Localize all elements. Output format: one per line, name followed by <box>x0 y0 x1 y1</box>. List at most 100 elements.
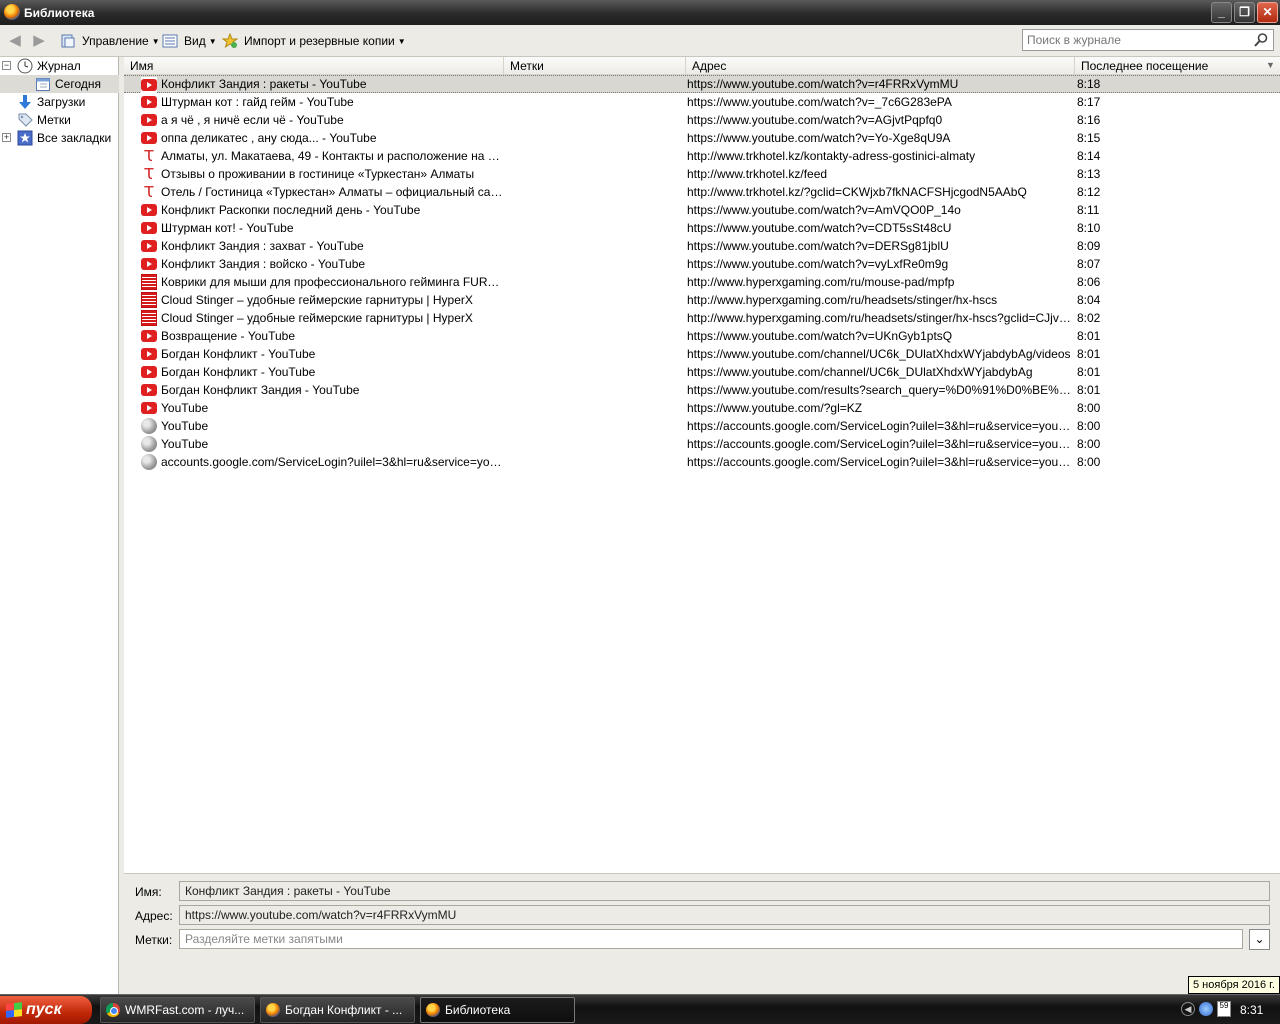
table-row[interactable]: YouTube https://www.youtube.com/?gl=KZ 8:0… <box>124 399 1280 417</box>
column-header-name[interactable]: Имя <box>124 57 504 75</box>
row-last-visit: 8:14 <box>1077 149 1101 163</box>
youtube-icon <box>141 400 157 416</box>
column-header-last-visit[interactable]: Последнее посещение <box>1075 57 1265 75</box>
taskbar-button-library[interactable]: Библиотека <box>420 997 575 1023</box>
minimize-button[interactable]: _ <box>1211 2 1232 23</box>
row-last-visit: 8:13 <box>1077 167 1101 181</box>
table-row[interactable]: Конфликт Зандия : захват - YouTube https:… <box>124 237 1280 255</box>
expand-icon[interactable]: + <box>2 133 11 142</box>
manage-menu[interactable]: Управление ▼ <box>60 32 160 50</box>
search-icon[interactable] <box>1253 32 1269 48</box>
table-row[interactable]: Конфликт Зандия : войско - YouTube https:… <box>124 255 1280 273</box>
table-row[interactable]: Штурман кот! - YouTube https://www.youtub… <box>124 219 1280 237</box>
import-backup-label: Импорт и резервные копии <box>244 34 395 48</box>
sidebar-item-label: Все закладки <box>37 131 112 145</box>
close-button[interactable]: ✕ <box>1257 2 1278 23</box>
view-list-icon <box>162 34 178 48</box>
row-title: Алматы, ул. Макатаева, 49 - Контакты и р… <box>161 149 503 163</box>
table-row[interactable]: Конфликт Раскопки последний день - YouTu… <box>124 201 1280 219</box>
name-field[interactable]: Конфликт Зандия : ракеты - YouTube <box>179 881 1270 901</box>
table-row[interactable]: Конфликт Зандия : ракеты - YouTube https:… <box>124 75 1280 93</box>
table-row[interactable]: Богдан Конфликт Зандия - YouTube https://… <box>124 381 1280 399</box>
history-rows: Конфликт Зандия : ракеты - YouTube https:… <box>124 75 1280 471</box>
clock[interactable]: 8:31 <box>1240 997 1263 1023</box>
import-backup-menu[interactable]: Импорт и резервные копии ▼ <box>222 32 406 50</box>
details-pane: Имя: Конфликт Зандия : ракеты - YouTube … <box>124 873 1280 994</box>
url-field[interactable]: https://www.youtube.com/watch?v=r4FRRxVy… <box>179 905 1270 925</box>
row-last-visit: 8:04 <box>1077 293 1101 307</box>
tags-label: Метки: <box>135 933 173 947</box>
view-menu[interactable]: Вид ▼ <box>162 32 217 50</box>
youtube-icon <box>141 130 157 146</box>
row-last-visit: 8:06 <box>1077 275 1101 289</box>
table-row[interactable]: YouTube https://accounts.google.com/Servi… <box>124 417 1280 435</box>
maximize-button[interactable]: ❐ <box>1234 2 1255 23</box>
hyperx-icon <box>141 292 157 308</box>
row-url: https://www.youtube.com/watch?v=AGjvtPqp… <box>687 113 943 127</box>
calendar-tray-icon[interactable]: 59 <box>1217 1001 1231 1017</box>
forward-arrow-icon[interactable]: ▶ <box>30 32 48 50</box>
table-row[interactable]: accounts.google.com/ServiceLogin?uilel=3… <box>124 453 1280 471</box>
sidebar-item-today[interactable]: Сегодня <box>0 75 119 93</box>
network-icon[interactable] <box>1199 1002 1213 1016</box>
table-row[interactable]: оппа деликатес , ану сюда... - YouTube ht… <box>124 129 1280 147</box>
sidebar-item-tags[interactable]: Метки <box>0 111 119 129</box>
sidebar-item-label: Сегодня <box>55 77 101 91</box>
table-row[interactable]: Cloud Stinger – удобные геймерские гарни… <box>124 309 1280 327</box>
trkhotel-icon: Ꚍ <box>144 147 154 165</box>
table-row[interactable]: Возвращение - YouTube https://www.youtube… <box>124 327 1280 345</box>
row-title: Коврики для мыши для профессионального г… <box>161 275 503 289</box>
table-row[interactable]: Ꚍ Отель / Гостиница «Туркестан» Алматы – … <box>124 183 1280 201</box>
taskbar-button-firefox[interactable]: Богдан Конфликт - ... <box>260 997 415 1023</box>
chrome-icon <box>106 1003 120 1017</box>
search-input[interactable] <box>1023 30 1248 50</box>
table-row[interactable]: Богдан Конфликт - YouTube https://www.you… <box>124 363 1280 381</box>
firefox-icon <box>266 1003 280 1017</box>
row-title: Штурман кот! - YouTube <box>161 221 294 235</box>
table-row[interactable]: Ꚍ Отзывы о проживании в гостинице «Туркес… <box>124 165 1280 183</box>
taskbar: пуск WMRFast.com - луч... Богдан Конфлик… <box>0 994 1280 1024</box>
row-last-visit: 8:01 <box>1077 365 1101 379</box>
column-header-url[interactable]: Адрес <box>686 57 1075 75</box>
column-header-tags[interactable]: Метки <box>504 57 686 75</box>
start-button[interactable]: пуск <box>0 996 92 1024</box>
row-title: оппа деликатес , ану сюда... - YouTube <box>161 131 377 145</box>
row-url: https://www.youtube.com/?gl=KZ <box>687 401 863 415</box>
table-row[interactable]: Ꚍ Алматы, ул. Макатаева, 49 - Контакты и … <box>124 147 1280 165</box>
row-url: https://www.youtube.com/watch?v=UKnGyb1p… <box>687 329 953 343</box>
youtube-icon <box>141 328 157 344</box>
taskbar-button-label: WMRFast.com - луч... <box>125 1003 245 1017</box>
hyperx-icon <box>141 310 157 326</box>
table-row[interactable]: а я чё , я ничё если чё - YouTube https:/… <box>124 111 1280 129</box>
date-tooltip: 5 ноября 2016 г. <box>1188 976 1280 994</box>
row-title: Отзывы о проживании в гостинице «Туркест… <box>161 167 475 181</box>
tray-expand-icon[interactable]: ◀ <box>1181 1002 1195 1016</box>
row-title: Cloud Stinger – удобные геймерские гарни… <box>161 311 473 325</box>
row-url: https://www.youtube.com/watch?v=vyLxfRe0… <box>687 257 949 271</box>
table-row[interactable]: Cloud Stinger – удобные геймерские гарни… <box>124 291 1280 309</box>
table-row[interactable]: Штурман кот : гайд гейм - YouTube https:/… <box>124 93 1280 111</box>
taskbar-button-chrome[interactable]: WMRFast.com - луч... <box>100 997 255 1023</box>
table-row[interactable]: Богдан Конфликт - YouTube https://www.you… <box>124 345 1280 363</box>
firefox-icon <box>426 1003 440 1017</box>
sidebar-item-history[interactable]: − Журнал <box>0 57 119 75</box>
sidebar-item-downloads[interactable]: Загрузки <box>0 93 119 111</box>
row-url: https://www.youtube.com/watch?v=r4FRRxVy… <box>687 77 959 91</box>
sidebar-item-label: Журнал <box>37 59 81 73</box>
globe-icon <box>141 454 157 470</box>
row-last-visit: 8:01 <box>1077 329 1101 343</box>
trkhotel-icon: Ꚍ <box>144 183 154 201</box>
row-title: Конфликт Зандия : захват - YouTube <box>161 239 364 253</box>
table-row[interactable]: Коврики для мыши для профессионального г… <box>124 273 1280 291</box>
table-row[interactable]: YouTube https://accounts.google.com/Servi… <box>124 435 1280 453</box>
calendar-icon <box>36 78 50 91</box>
collapse-icon[interactable]: − <box>2 61 11 70</box>
row-url: https://www.youtube.com/channel/UC6k_DUl… <box>687 347 1071 361</box>
tags-input[interactable] <box>179 929 1243 949</box>
row-last-visit: 8:09 <box>1077 239 1101 253</box>
sidebar-item-all-bookmarks[interactable]: + Все закладки <box>0 129 119 147</box>
back-arrow-icon[interactable]: ◀ <box>6 32 24 50</box>
youtube-icon <box>141 256 157 272</box>
column-picker-icon[interactable]: ▼ <box>1266 60 1275 70</box>
tags-dropdown-button[interactable]: ⌄ <box>1249 929 1270 950</box>
